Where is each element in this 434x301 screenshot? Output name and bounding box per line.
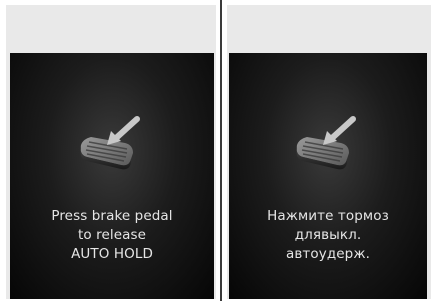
cluster-display-english: Press brake pedal to release AUTO HOLD: [6, 5, 216, 299]
press-arrow-icon: [107, 116, 140, 145]
instruction-figure: Press brake pedal to release AUTO HOLD Н…: [0, 0, 434, 301]
message-line-3: автоудерж.: [285, 246, 370, 262]
panel-divider: [220, 0, 222, 301]
message-line-1: Нажмите тормоз: [267, 208, 389, 224]
display-screen: Нажмите тормоз длявыкл. автоудерж.: [229, 53, 427, 299]
brake-pedal-icon: [80, 116, 140, 170]
message-line-1: Press brake pedal: [51, 208, 173, 224]
display-screen: Press brake pedal to release AUTO HOLD: [10, 53, 214, 299]
release-auto-hold-message: Нажмите тормоз длявыкл. автоудерж.: [229, 207, 427, 264]
message-line-2: to release: [77, 227, 147, 243]
cluster-display-russian: Нажмите тормоз длявыкл. автоудерж.: [227, 5, 431, 299]
press-arrow-icon: [323, 116, 356, 145]
message-line-2: длявыкл.: [294, 227, 362, 243]
message-line-3: AUTO HOLD: [71, 246, 153, 262]
release-auto-hold-message: Press brake pedal to release AUTO HOLD: [10, 207, 214, 264]
brake-pedal-icon: [296, 116, 356, 170]
